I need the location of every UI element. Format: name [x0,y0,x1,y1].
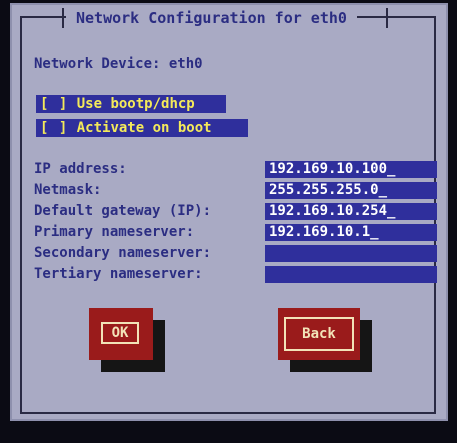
text-cursor: _ [387,203,396,219]
network-device-label: Network Device: eth0 [34,56,203,72]
checkbox-box: [ ] [40,120,69,136]
ok-button-label: OK [101,322,139,344]
text-cursor: _ [387,161,396,177]
text-cursor: _ [378,182,388,198]
default-gateway-value: 192.169.10.254 [269,203,388,219]
dialog-title: Network Configuration for eth0 [66,7,357,29]
primary-nameserver-value: 192.169.10.1 [269,224,371,240]
checkbox-box: [ ] [40,96,69,112]
ip-address-label: IP address: [34,161,127,177]
tertiary-nameserver-label: Tertiary nameserver: [34,266,203,282]
title-left-tick [62,8,64,28]
network-config-dialog: Network Configuration for eth0 Network D… [10,3,448,421]
ip-address-field[interactable]: 192.169.10.100_ [265,161,437,178]
activate-on-boot-checkbox[interactable]: [ ] Activate on boot [36,119,248,137]
frame-bottom-border [20,412,436,414]
ip-address-value: 192.169.10.100 [269,161,388,177]
secondary-nameserver-label: Secondary nameserver: [34,245,212,261]
frame-left-border [20,16,22,414]
netmask-field[interactable]: 255.255.255.0_ [265,182,437,199]
use-dhcp-label: Use bootp/dhcp [76,96,195,112]
primary-nameserver-label: Primary nameserver: [34,224,195,240]
title-right-tick [386,8,388,28]
use-dhcp-checkbox[interactable]: [ ] Use bootp/dhcp [36,95,226,113]
tertiary-nameserver-field[interactable] [265,266,437,283]
default-gateway-label: Default gateway (IP): [34,203,212,219]
default-gateway-field[interactable]: 192.169.10.254_ [265,203,437,220]
secondary-nameserver-field[interactable] [265,245,437,262]
activate-on-boot-label: Activate on boot [76,120,212,136]
netmask-value: 255.255.255.0 [269,182,379,198]
back-button[interactable]: Back [278,308,360,360]
primary-nameserver-field[interactable]: 192.169.10.1_ [265,224,437,241]
netmask-label: Netmask: [34,182,102,198]
ok-button[interactable]: OK [89,308,153,360]
text-cursor: _ [370,224,379,240]
back-button-label: Back [284,317,354,351]
